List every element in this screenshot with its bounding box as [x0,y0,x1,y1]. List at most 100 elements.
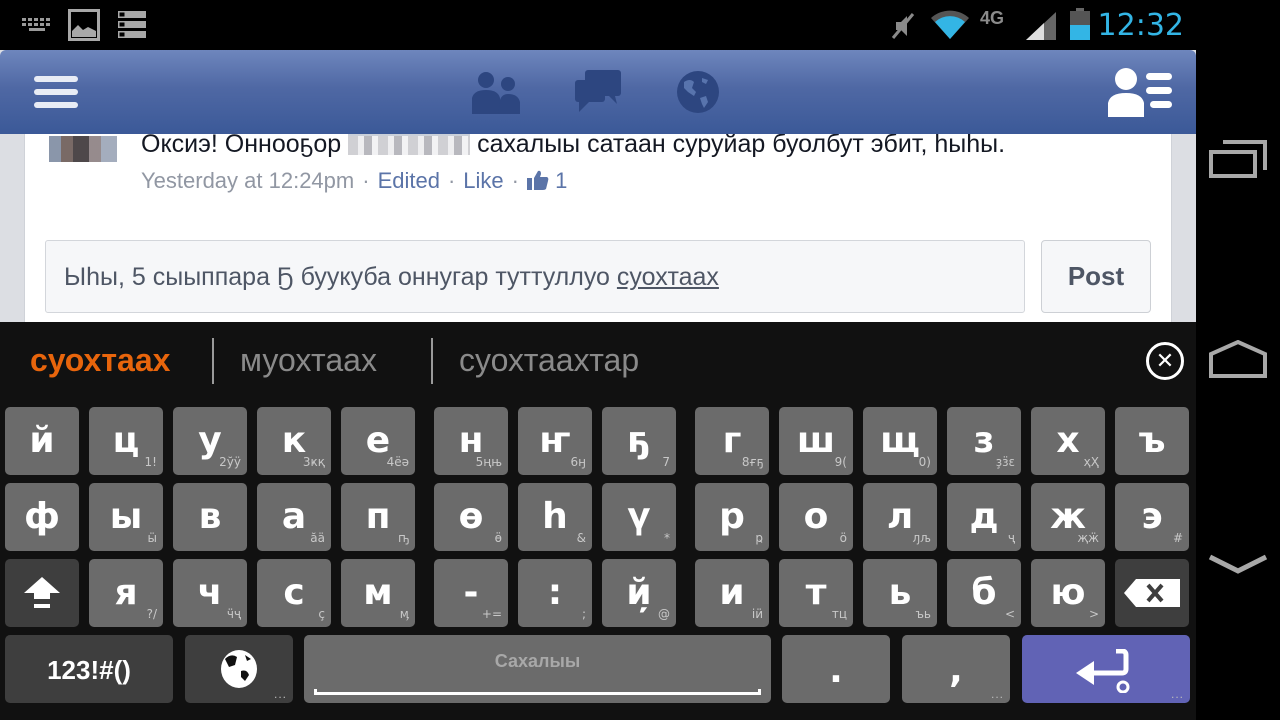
top-nav-bar [0,50,1196,134]
key-ө[interactable]: өӫ [434,483,508,551]
key-ч[interactable]: ч ӵҷ [173,559,247,627]
facebook-app: Оксиэ! Онноοҕор сахалыы сатаан суруйар б… [0,50,1196,322]
notifications-globe-icon [677,71,719,113]
key-е[interactable]: е 4ёә [341,407,415,475]
symbols-key[interactable]: 123!#() [5,635,173,703]
space-key[interactable]: Сахалыы [304,635,771,703]
key-щ[interactable]: щ 0) [863,407,937,475]
key-alt-label: ӹ [147,531,157,545]
key-о[interactable]: оö [779,483,853,551]
key-л[interactable]: л ԓљ [863,483,937,551]
4g-lte-icon: 4G [980,8,1005,28]
key-:[interactable]: :; [518,559,592,627]
redacted-author-name[interactable] [348,133,471,155]
key-alt-label: ӵҷ [226,607,241,621]
key-ҥ[interactable]: ҥ 6ӈ [518,407,592,475]
key-к[interactable]: к 3ҝқ [257,407,331,475]
like-count-badge[interactable]: 1 [526,168,567,193]
notifications-button[interactable] [672,62,724,122]
key-с[interactable]: сç [257,559,331,627]
key--[interactable]: - += [434,559,508,627]
key-э[interactable]: э # [1115,483,1189,551]
key-х[interactable]: х ҳҲ [1031,407,1105,475]
key-main-label: : [547,572,563,613]
suggestion-divider [431,338,433,384]
thumbs-up-icon [526,170,549,190]
key-alt-label: 7 [662,455,670,469]
messages-button[interactable] [570,62,626,122]
comment-body: Оксиэ! Онноοҕор сахалыы сатаан суруйар б… [141,130,1005,159]
key-alt-label: ҏ [755,531,763,545]
like-link[interactable]: Like [463,168,503,193]
key-м[interactable]: мӎ [341,559,415,627]
key-ы[interactable]: ыӹ [89,483,163,551]
recent-apps-icon [1209,140,1267,178]
key-ш[interactable]: ш 9( [779,407,853,475]
key-alt-label: ö [839,531,847,545]
enter-icon [1076,649,1130,693]
key-я[interactable]: я ?/ [89,559,163,627]
suggestion-strip: суохтаах муохтаах суохтаахтар ✕ [0,322,1196,400]
home-button[interactable] [1206,335,1270,385]
commenter-avatar[interactable] [49,136,117,162]
key-а[interactable]: а ăä [257,483,331,551]
recent-apps-button[interactable] [1206,135,1270,185]
hide-keyboard-button[interactable] [1206,540,1270,590]
key-ү[interactable]: ү * [602,483,676,551]
key-й̦[interactable]: й̦ @ [602,559,676,627]
key-ю[interactable]: ю > [1031,559,1105,627]
menu-button[interactable] [28,62,84,122]
suggestion-1[interactable]: суохтаах [30,342,170,379]
reply-input[interactable]: Ыһы, 5 сыыппара Ҕ буукуба оннугар туттул… [45,240,1025,313]
enter-key[interactable]: ... [1022,635,1190,703]
key-й[interactable]: й [5,407,79,475]
key-д[interactable]: дҷ [947,483,1021,551]
key-и[interactable]: и іӥ [695,559,769,627]
key-ь[interactable]: ь ъь [863,559,937,627]
key-alt-label: ԓљ [912,531,932,545]
language-key[interactable]: ... [185,635,293,703]
suggestion-2[interactable]: муохтаах [240,342,377,379]
key-п[interactable]: пҧ [341,483,415,551]
key-alt-label: җӝ [1077,531,1099,545]
key-main-label: ъ [1138,420,1166,461]
key-у[interactable]: у 2ўÿ [173,407,247,475]
key-alt-label: 4ёә [386,455,409,469]
key-alt-label: ҷ [1007,531,1015,545]
key-ж[interactable]: ж җӝ [1031,483,1105,551]
key-alt-label: ъь [915,607,931,621]
key-ф[interactable]: ф [5,483,79,551]
key-alt-label: # [1172,531,1183,545]
key-в[interactable]: в [173,483,247,551]
composing-word: суохтаах [616,263,719,291]
suggestion-3[interactable]: суохтаахтар [459,342,639,379]
close-suggestions-icon[interactable]: ✕ [1146,342,1184,380]
key-alt-label: 6ӈ [570,455,586,469]
post-button[interactable]: Post [1041,240,1151,313]
key-alt-label: іӥ [751,607,763,621]
key-т[interactable]: т тц [779,559,853,627]
key-һ[interactable]: һ & [518,483,592,551]
backspace-key[interactable] [1115,559,1189,627]
key-г[interactable]: г 8ғҕ [695,407,769,475]
friends-list-button[interactable] [1104,62,1178,122]
comment-timestamp: Yesterday at 12:24pm [141,168,355,193]
key-alt-label: ҙӟԑ [995,455,1015,469]
wifi-icon [930,10,970,45]
key-б[interactable]: б < [947,559,1021,627]
key-ҕ[interactable]: ҕ7 [602,407,676,475]
key-н[interactable]: н 5ңњ [434,407,508,475]
keyboard-icon [20,16,54,39]
period-key[interactable]: . [782,635,890,703]
key-ц[interactable]: ц 1! [89,407,163,475]
key-alt-label: ӫ [494,531,502,545]
key-ъ[interactable]: ъ [1115,407,1189,475]
friend-requests-button[interactable] [466,62,528,122]
key-з[interactable]: з ҙӟԑ [947,407,1021,475]
edited-link[interactable]: Edited [378,168,440,193]
comma-key[interactable]: , ... [902,635,1010,703]
key-р[interactable]: рҏ [695,483,769,551]
key-alt-label: < [1004,607,1015,621]
navigation-bar [1196,0,1280,720]
shift-key[interactable] [5,559,79,627]
